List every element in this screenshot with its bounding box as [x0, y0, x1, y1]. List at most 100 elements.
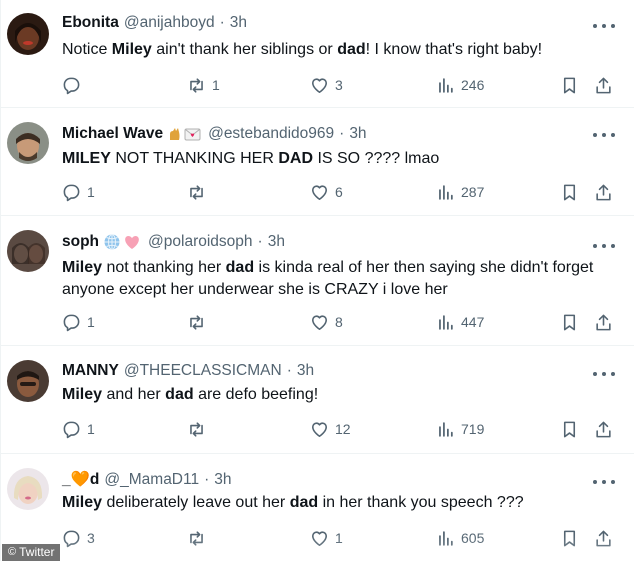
avatar[interactable]	[7, 360, 49, 402]
avatar[interactable]	[7, 230, 49, 272]
display-name[interactable]: _🧡d	[62, 470, 99, 489]
like-count: 1	[335, 530, 343, 546]
retweet-button[interactable]: 1	[187, 74, 220, 96]
bold-keyword: dad	[165, 386, 194, 403]
reply-button[interactable]: 1	[62, 181, 95, 203]
reply-icon	[62, 76, 81, 95]
views-button[interactable]: 246	[436, 74, 484, 96]
action-bar: 1 6 287	[62, 181, 614, 203]
display-name[interactable]: Michael Wave	[62, 125, 163, 143]
bookmark-button[interactable]	[560, 311, 579, 333]
share-button[interactable]	[594, 74, 613, 96]
bookmark-button[interactable]	[560, 181, 579, 203]
reply-button[interactable]: 3	[62, 527, 95, 549]
like-button[interactable]: 8	[310, 311, 343, 333]
tweet[interactable]: _🧡d @_MamaD11 · 3h Miley deliberately le…	[1, 454, 634, 561]
bold-keyword: dad	[289, 494, 319, 511]
username[interactable]: @polaroidsoph	[148, 233, 253, 251]
like-button[interactable]: 1	[310, 527, 343, 549]
timestamp[interactable]: 3h	[297, 362, 314, 380]
share-icon	[594, 420, 613, 439]
share-button[interactable]	[594, 527, 613, 549]
text-run: ain't thank her siblings or	[151, 41, 338, 58]
retweet-button[interactable]	[187, 418, 212, 440]
tweet[interactable]: Michael Wave @estebandido969 · 3h MILEY …	[1, 108, 634, 216]
username[interactable]: @THEECLASSICMAN	[124, 362, 282, 380]
like-count: 3	[335, 77, 343, 93]
views-button[interactable]: 719	[436, 418, 484, 440]
avatar[interactable]	[7, 122, 49, 164]
retweet-icon	[187, 529, 206, 548]
text-run: in her thank you speech ???	[318, 494, 524, 511]
reply-button[interactable]	[62, 74, 87, 96]
views-icon	[436, 183, 455, 202]
username[interactable]: @_MamaD11	[104, 471, 199, 489]
views-button[interactable]: 605	[436, 527, 484, 549]
like-icon	[310, 183, 329, 202]
timestamp[interactable]: 3h	[349, 125, 366, 143]
bookmark-icon	[560, 420, 579, 439]
retweet-icon	[187, 183, 206, 202]
username[interactable]: @estebandido969	[208, 125, 334, 143]
retweet-button[interactable]	[187, 181, 212, 203]
share-icon	[594, 76, 613, 95]
text-run: not thanking her	[102, 259, 226, 276]
avatar[interactable]	[7, 13, 49, 55]
display-name[interactable]: MANNY	[62, 362, 119, 380]
twitter-watermark: © Twitter	[2, 544, 61, 561]
display-name[interactable]: Ebonita	[62, 14, 119, 32]
share-button[interactable]	[594, 418, 613, 440]
text-run: IS SO ???? lmao	[313, 150, 440, 167]
reply-button[interactable]: 1	[62, 311, 95, 333]
bold-keyword: Miley	[62, 259, 103, 276]
bookmark-button[interactable]	[560, 418, 579, 440]
tweet[interactable]: Ebonita @anijahboyd · 3h Notice Miley ai…	[1, 0, 634, 108]
like-button[interactable]: 3	[310, 74, 343, 96]
bookmark-button[interactable]	[560, 74, 579, 96]
more-icon[interactable]	[593, 16, 615, 36]
reply-icon	[62, 183, 81, 202]
retweet-button[interactable]	[187, 311, 212, 333]
views-button[interactable]: 287	[436, 181, 484, 203]
display-name[interactable]: soph	[62, 233, 99, 251]
more-icon[interactable]	[593, 125, 615, 145]
bold-keyword: Miley	[62, 386, 103, 403]
reply-count: 1	[87, 421, 95, 437]
view-count: 246	[461, 77, 485, 93]
retweet-count: 1	[212, 77, 220, 93]
bold-keyword: MILEY	[62, 150, 111, 167]
separator-dot: ·	[286, 362, 292, 379]
views-icon	[436, 420, 455, 439]
name-emoji	[167, 126, 203, 142]
share-button[interactable]	[594, 181, 613, 203]
tweet[interactable]: soph @polaroidsoph · 3h Miley not thanki…	[1, 216, 634, 346]
reply-feed: Ebonita @anijahboyd · 3h Notice Miley ai…	[0, 0, 634, 561]
share-icon	[594, 183, 613, 202]
timestamp[interactable]: 3h	[214, 471, 231, 489]
retweet-button[interactable]	[187, 527, 212, 549]
views-button[interactable]: 447	[436, 311, 484, 333]
tweet-text: Miley and her dad are defo beefing!	[62, 384, 607, 406]
username[interactable]: @anijahboyd	[124, 14, 215, 32]
bookmark-button[interactable]	[560, 527, 579, 549]
timestamp[interactable]: 3h	[230, 14, 247, 32]
more-icon[interactable]	[593, 472, 615, 492]
view-count: 287	[461, 184, 485, 200]
avatar[interactable]	[7, 468, 49, 510]
watermark-label: Twitter	[19, 545, 55, 559]
bookmark-icon	[560, 76, 579, 95]
text-run: NOT THANKING HER	[110, 150, 279, 167]
more-icon[interactable]	[593, 236, 615, 256]
more-icon[interactable]	[593, 364, 615, 384]
like-count: 8	[335, 314, 343, 330]
share-button[interactable]	[594, 311, 613, 333]
timestamp[interactable]: 3h	[268, 233, 285, 251]
like-count: 6	[335, 184, 343, 200]
like-button[interactable]: 12	[310, 418, 351, 440]
like-button[interactable]: 6	[310, 181, 343, 203]
tweet-text: Miley not thanking her dad is kinda real…	[62, 257, 607, 301]
reply-count: 3	[87, 530, 95, 546]
tweet[interactable]: MANNY @THEECLASSICMAN · 3h Miley and her…	[1, 346, 634, 454]
reply-button[interactable]: 1	[62, 418, 95, 440]
text-run: ! I know that's right baby!	[365, 41, 543, 58]
